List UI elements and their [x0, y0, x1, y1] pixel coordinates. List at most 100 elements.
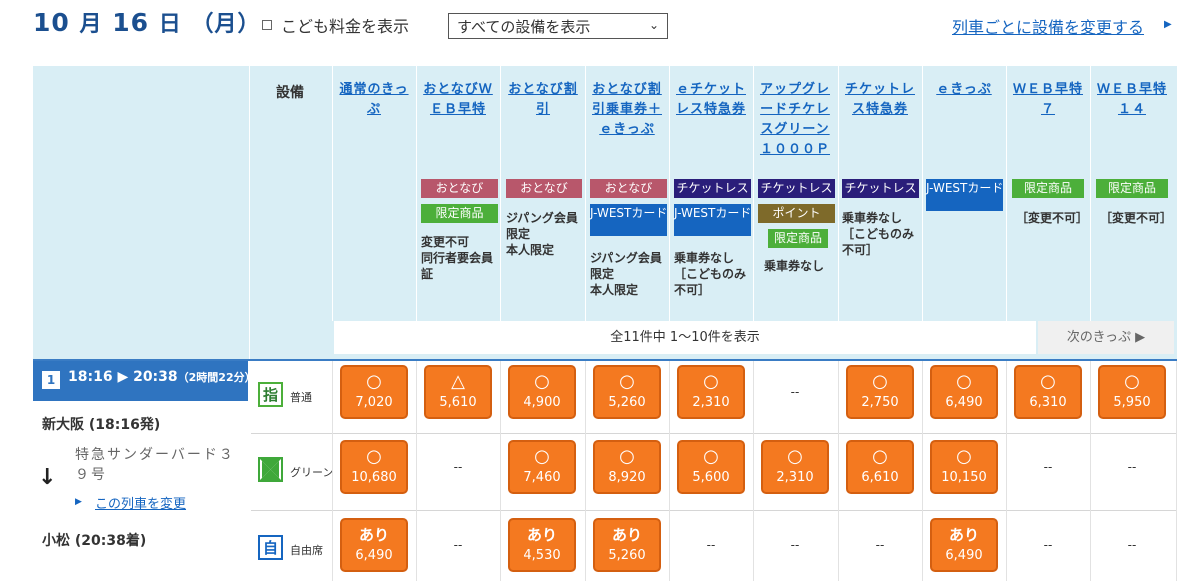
- date-title: 10 月 16 日 （月）: [33, 8, 261, 37]
- note-otonavi-web: 変更不可 同行者要会員証: [421, 235, 494, 281]
- fare-button[interactable]: ○ 10,680: [340, 440, 408, 494]
- fare-button[interactable]: ○ 7,460: [508, 440, 576, 494]
- fare-button[interactable]: ○ 5,260: [593, 365, 661, 419]
- note-web7: ［変更不可］: [1016, 211, 1089, 225]
- top-bar: 10 月 16 日 （月） こども料金を表示 すべての設備を表示 ⌄ 列車ごとに…: [0, 0, 1200, 55]
- note-web14: ［変更不可］: [1100, 211, 1173, 225]
- facility-header: 設備: [276, 85, 304, 101]
- tag-limited: 限定商品: [421, 204, 498, 223]
- fare-price: 7,460: [523, 470, 561, 485]
- tag-limited: 限定商品: [1096, 179, 1168, 198]
- col-header-regular[interactable]: 通常のきっぷ: [334, 80, 414, 120]
- chevron-down-icon: ⌄: [648, 18, 659, 32]
- fare-unavailable: --: [1043, 460, 1053, 474]
- fare-button[interactable]: ○ 6,310: [1014, 365, 1082, 419]
- fare-button[interactable]: ○ 5,600: [677, 440, 745, 494]
- col-header-web7[interactable]: ＷＥＢ早特７: [1008, 80, 1088, 120]
- availability-mark: ○: [534, 446, 550, 467]
- availability-mark: ○: [366, 446, 382, 467]
- tag-otonavi: おとなび: [421, 179, 498, 198]
- fare-button[interactable]: あり 4,530: [508, 518, 576, 572]
- note-ticketless: 乗車券なし ［こどものみ不可］: [842, 211, 915, 257]
- fare-price: 4,530: [523, 548, 561, 563]
- seat-label-ordinary: 普通: [290, 391, 312, 404]
- non-reserved-seat-icon: 自: [258, 535, 283, 560]
- arrival-station: 小松 (20:38着): [42, 533, 147, 549]
- fare-price: 2,750: [861, 395, 899, 410]
- fare-unavailable: --: [1127, 460, 1137, 474]
- fare-button[interactable]: ○ 6,490: [930, 365, 998, 419]
- fare-price: 6,490: [355, 548, 393, 563]
- availability-mark: ○: [956, 446, 972, 467]
- fare-button[interactable]: ○ 2,750: [846, 365, 914, 419]
- note-e-ticketless: 乗車券なし ［こどものみ不可］: [674, 251, 747, 297]
- fare-price: 2,310: [692, 395, 730, 410]
- fare-price: 5,600: [692, 470, 730, 485]
- col-header-e-kippu[interactable]: ｅきっぷ: [924, 80, 1004, 100]
- note-upgrade-green: 乗車券なし: [764, 259, 825, 273]
- availability-mark: ○: [619, 371, 635, 392]
- col-header-web14[interactable]: ＷＥＢ早特１４: [1092, 80, 1172, 120]
- availability-mark: あり: [358, 526, 389, 544]
- availability-mark: ○: [703, 371, 719, 392]
- fare-button[interactable]: ○ 2,310: [761, 440, 829, 494]
- availability-mark: あり: [526, 526, 557, 544]
- fare-button[interactable]: ○ 4,900: [508, 365, 576, 419]
- fare-button[interactable]: ○ 10,150: [930, 440, 998, 494]
- arrow-down-icon: ↓: [38, 465, 57, 490]
- train-number: 1: [42, 371, 60, 389]
- availability-mark: ○: [872, 446, 888, 467]
- tag-limited: 限定商品: [768, 229, 828, 248]
- col-header-otonavi-web[interactable]: おとなびＷＥＢ早特: [418, 80, 498, 120]
- col-header-e-ticketless[interactable]: ｅチケットレス特急券: [671, 80, 751, 120]
- availability-mark: ○: [787, 446, 803, 467]
- fare-button[interactable]: ○ 2,310: [677, 365, 745, 419]
- fare-price: 8,920: [608, 470, 646, 485]
- availability-mark: あり: [948, 526, 979, 544]
- tag-otonavi: おとなび: [590, 179, 667, 198]
- child-fare-label[interactable]: こども料金を表示: [281, 13, 409, 37]
- fare-button[interactable]: ○ 7,020: [340, 365, 408, 419]
- fare-button[interactable]: あり 5,260: [593, 518, 661, 572]
- tag-jwest-card: J-WESTカード: [926, 179, 1003, 211]
- fare-button[interactable]: あり 6,490: [340, 518, 408, 572]
- fare-price: 5,260: [608, 548, 646, 563]
- fare-unavailable: --: [790, 538, 800, 552]
- col-header-otonavi-eticket[interactable]: おとなび割引乗車券＋ｅきっぷ: [587, 80, 667, 140]
- availability-mark: あり: [611, 526, 642, 544]
- col-header-upgrade-green[interactable]: アップグレードチケレスグリーン１０００Ｐ: [755, 80, 835, 160]
- fare-price: 10,150: [941, 470, 987, 485]
- change-facility-link[interactable]: 列車ごとに設備を変更する: [952, 14, 1144, 38]
- col-header-otonavi-discount[interactable]: おとなび割引: [503, 80, 583, 120]
- fare-button[interactable]: ○ 5,950: [1098, 365, 1166, 419]
- seat-label-green: グリーン: [290, 466, 334, 479]
- fare-button[interactable]: ○ 6,610: [846, 440, 914, 494]
- fare-button[interactable]: △ 5,610: [424, 365, 492, 419]
- child-fare-checkbox[interactable]: [262, 20, 272, 30]
- fare-unavailable: --: [790, 385, 800, 399]
- departure-station: 新大阪 (18:16発): [42, 417, 161, 433]
- availability-mark: ○: [619, 446, 635, 467]
- next-ticket-button[interactable]: 次のきっぷ ▶: [1038, 321, 1174, 354]
- availability-mark: ○: [534, 371, 550, 392]
- train-time: 18:16 ▶ 20:38（2時間22分）: [68, 369, 256, 385]
- col-header-ticketless[interactable]: チケットレス特急券: [840, 80, 920, 120]
- tag-ticketless: チケットレス: [842, 179, 919, 198]
- fare-price: 5,610: [439, 395, 477, 410]
- availability-mark: ○: [956, 371, 972, 392]
- fare-unavailable: --: [706, 538, 716, 552]
- availability-mark: ○: [1040, 371, 1056, 392]
- fare-unavailable: --: [453, 460, 463, 474]
- reserved-seat-icon: 指: [258, 382, 283, 407]
- fare-unavailable: --: [1127, 538, 1137, 552]
- fare-price: 5,260: [608, 395, 646, 410]
- fare-button[interactable]: あり 6,490: [930, 518, 998, 572]
- tag-otonavi: おとなび: [506, 179, 582, 198]
- green-car-icon: [258, 457, 283, 482]
- fare-button[interactable]: ○ 8,920: [593, 440, 661, 494]
- tag-jwest-card: J-WESTカード: [674, 204, 751, 236]
- facility-select[interactable]: すべての設備を表示 ⌄: [448, 13, 668, 39]
- fare-price: 4,900: [523, 395, 561, 410]
- change-train-link[interactable]: この列車を変更: [95, 493, 186, 512]
- fare-unavailable: --: [875, 538, 885, 552]
